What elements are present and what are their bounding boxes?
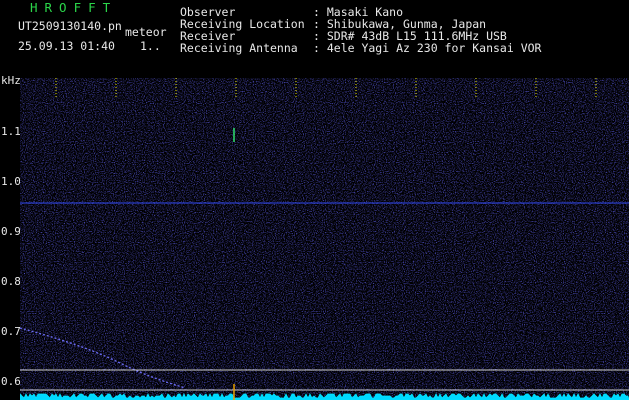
filename: UT2509130140.pn	[18, 19, 122, 33]
y-unit-label: kHz	[1, 74, 21, 87]
info-antenna-label: Receiving Antenna	[180, 41, 298, 55]
y-tick-0-8: 0.8	[1, 275, 21, 288]
datetime: 25.09.13 01:40	[18, 39, 115, 53]
counter: 1..	[140, 39, 161, 53]
filename-tag: meteor	[125, 25, 167, 39]
info-antenna-value: : 4ele Yagi Az 230 for Kansai VOR	[313, 41, 542, 55]
y-tick-1-0: 1.0	[1, 175, 21, 188]
y-tick-0-7: 0.7	[1, 325, 21, 338]
y-tick-0-6: 0.6	[1, 375, 21, 388]
y-tick-1-1: 1.1	[1, 125, 21, 138]
spectrogram[interactable]	[20, 78, 629, 400]
spectrogram-noise	[20, 78, 629, 400]
y-tick-0-9: 0.9	[1, 225, 21, 238]
program-name: HROFFT	[30, 0, 118, 15]
